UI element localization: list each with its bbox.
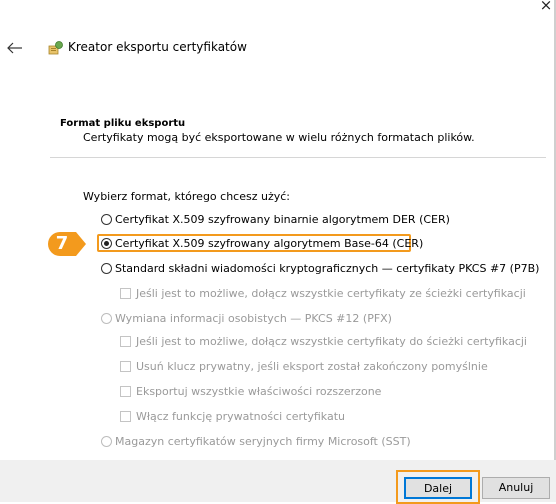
radio-pkcs7[interactable]: Standard składni wiadomości kryptografic… bbox=[101, 262, 539, 275]
checkbox-label: Usuń klucz prywatny, jeśli eksport zosta… bbox=[136, 360, 488, 373]
radio-base64-cer[interactable]: Certyfikat X.509 szyfrowany algorytmem B… bbox=[101, 237, 423, 250]
radio-button-selected[interactable] bbox=[101, 238, 112, 249]
certificate-wizard-icon bbox=[48, 41, 63, 55]
radio-button[interactable] bbox=[101, 263, 112, 274]
cancel-button[interactable]: Anuluj bbox=[482, 477, 550, 499]
radio-button[interactable] bbox=[101, 436, 112, 447]
checkbox-export-extended-properties[interactable]: Eksportuj wszystkie właściwości rozszerz… bbox=[120, 385, 381, 398]
checkbox-certificate-privacy[interactable]: Włącz funkcję prywatności certyfikatu bbox=[120, 410, 345, 423]
section-description: Certyfikaty mogą być eksportowane w wiel… bbox=[83, 131, 475, 144]
radio-sst[interactable]: Magazyn certyfikatów seryjnych firmy Mic… bbox=[101, 435, 411, 448]
checkbox[interactable] bbox=[120, 386, 131, 397]
radio-button[interactable] bbox=[101, 313, 112, 324]
wizard-title: Kreator eksportu certyfikatów bbox=[68, 40, 247, 54]
step-badge: 7 bbox=[48, 232, 86, 256]
radio-der-cer[interactable]: Certyfikat X.509 szyfrowany binarnie alg… bbox=[101, 213, 450, 226]
section-title: Format pliku eksportu bbox=[60, 118, 186, 129]
checkbox-label: Jeśli jest to możliwe, dołącz wszystkie … bbox=[136, 335, 527, 348]
checkbox-label: Jeśli jest to możliwe, dołącz wszystkie … bbox=[136, 287, 526, 300]
radio-label: Standard składni wiadomości kryptografic… bbox=[115, 262, 540, 275]
checkbox[interactable] bbox=[120, 336, 131, 347]
checkbox[interactable] bbox=[120, 361, 131, 372]
format-prompt: Wybierz format, którego chcesz użyć: bbox=[83, 190, 291, 203]
radio-label: Certyfikat X.509 szyfrowany algorytmem B… bbox=[115, 237, 424, 250]
separator bbox=[50, 157, 546, 158]
radio-label: Wymiana informacji osobistych — PKCS #12… bbox=[115, 312, 392, 325]
checkbox-label: Eksportuj wszystkie właściwości rozszerz… bbox=[136, 385, 382, 398]
radio-label: Magazyn certyfikatów seryjnych firmy Mic… bbox=[115, 435, 411, 448]
radio-pkcs12[interactable]: Wymiana informacji osobistych — PKCS #12… bbox=[101, 312, 392, 325]
back-arrow-icon[interactable] bbox=[6, 40, 24, 56]
title-bar: × Kreator eksportu certyfikatów bbox=[0, 0, 556, 100]
checkbox[interactable] bbox=[120, 288, 131, 299]
radio-button[interactable] bbox=[101, 214, 112, 225]
checkbox-include-chain-pfx[interactable]: Jeśli jest to możliwe, dołącz wszystkie … bbox=[120, 335, 527, 348]
checkbox-delete-private-key[interactable]: Usuń klucz prywatny, jeśli eksport zosta… bbox=[120, 360, 488, 373]
next-button[interactable]: Dalej bbox=[404, 477, 472, 499]
checkbox-label: Włącz funkcję prywatności certyfikatu bbox=[136, 410, 346, 423]
radio-label: Certyfikat X.509 szyfrowany binarnie alg… bbox=[115, 213, 450, 226]
checkbox[interactable] bbox=[120, 411, 131, 422]
checkbox-include-chain-p7b[interactable]: Jeśli jest to możliwe, dołącz wszystkie … bbox=[120, 287, 526, 300]
close-button[interactable]: × bbox=[538, 0, 554, 13]
